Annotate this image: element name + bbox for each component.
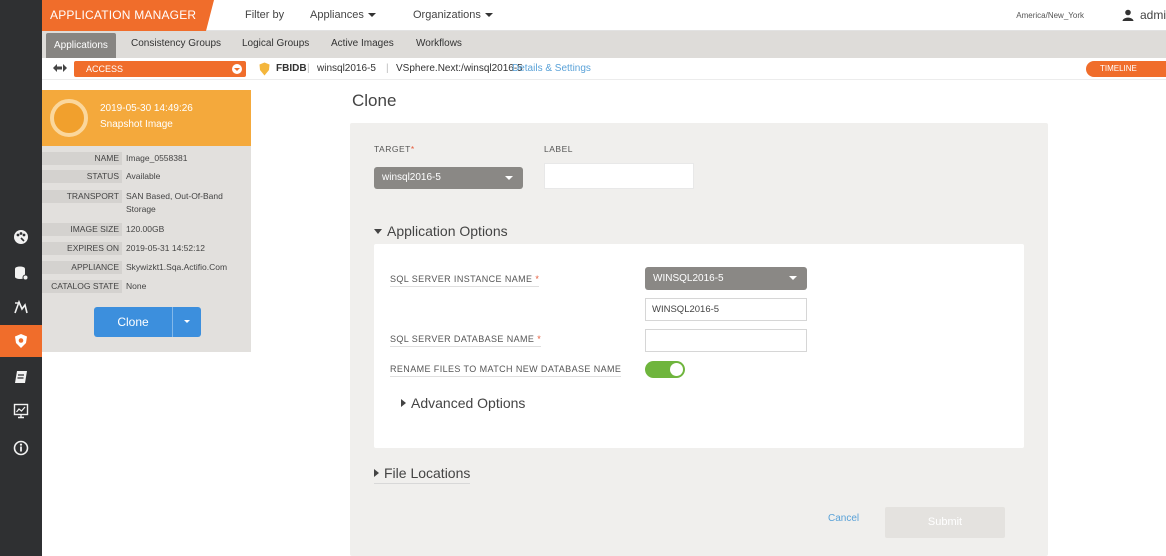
host-name: winsql2016-5 bbox=[317, 63, 376, 74]
appliances-menu[interactable]: Appliances bbox=[310, 9, 376, 21]
caret-right-icon bbox=[401, 399, 406, 408]
info-icon[interactable] bbox=[10, 437, 32, 459]
sql-db-label: SQL SERVER DATABASE NAME * bbox=[390, 334, 542, 347]
application-options-toggle[interactable]: Application Options bbox=[374, 223, 508, 239]
app-name: FBIDB bbox=[276, 63, 307, 74]
field-label-image-size: IMAGE SIZE bbox=[42, 223, 122, 236]
advanced-options-title: Advanced Options bbox=[411, 395, 526, 411]
filter-by-label: Filter by bbox=[245, 9, 285, 21]
workflow-icon[interactable] bbox=[10, 296, 32, 318]
top-bar: APPLICATION MANAGER Filter by Appliances… bbox=[42, 0, 1166, 31]
shield-icon bbox=[259, 62, 270, 76]
user-name: admi bbox=[1139, 8, 1166, 22]
sql-db-label-text: SQL SERVER DATABASE NAME bbox=[390, 334, 535, 344]
field-value-appliance: Skywizkt1.Sqa.Actifio.Com bbox=[126, 262, 228, 272]
target-label: TARGET* bbox=[374, 144, 415, 154]
field-value-transport: SAN Based, Out-Of-Band Storage bbox=[126, 191, 223, 214]
appliances-label: Appliances bbox=[310, 9, 364, 21]
required-mark: * bbox=[537, 334, 542, 344]
sql-instance-label-text: SQL SERVER INSTANCE NAME bbox=[390, 274, 533, 284]
caret-right-icon bbox=[374, 469, 379, 478]
application-options-title: Application Options bbox=[387, 223, 508, 239]
file-locations-title: File Locations bbox=[384, 465, 471, 481]
page-title: Clone bbox=[352, 91, 397, 110]
snapshot-header: 2019-05-30 14:49:26 Snapshot Image bbox=[42, 90, 251, 146]
icon-rail bbox=[0, 0, 42, 556]
data-icon[interactable] bbox=[10, 262, 32, 284]
app-brand[interactable]: APPLICATION MANAGER bbox=[42, 0, 214, 31]
tab-bar: Applications Consistency Groups Logical … bbox=[42, 31, 1166, 58]
dashboard-icon[interactable] bbox=[10, 226, 32, 248]
caret-down-icon bbox=[374, 228, 382, 234]
label-label: LABEL bbox=[544, 144, 573, 154]
timeline-button[interactable]: TIMELINE bbox=[1086, 61, 1166, 77]
rename-files-label: RENAME FILES TO MATCH NEW DATABASE NAME bbox=[390, 364, 622, 377]
file-locations-toggle[interactable]: File Locations bbox=[374, 465, 471, 484]
required-mark: * bbox=[410, 144, 415, 154]
swap-arrows-icon[interactable] bbox=[52, 62, 68, 76]
clone-button[interactable]: Clone bbox=[94, 307, 172, 337]
cancel-button[interactable]: Cancel bbox=[828, 513, 859, 524]
clone-form-panel: TARGET* LABEL winsql2016-5 Application O… bbox=[350, 123, 1048, 556]
separator: | bbox=[386, 63, 389, 74]
field-value-status: Available bbox=[126, 171, 161, 181]
sql-instance-select[interactable]: WINSQL2016-5 bbox=[645, 267, 807, 290]
chevron-down-icon bbox=[232, 64, 242, 74]
tab-applications[interactable]: Applications bbox=[46, 33, 116, 58]
advanced-options-toggle[interactable]: Advanced Options bbox=[401, 395, 525, 411]
monitor-icon[interactable] bbox=[10, 400, 32, 422]
separator: | bbox=[307, 63, 310, 74]
label-input[interactable] bbox=[544, 163, 694, 189]
field-label-status: STATUS bbox=[42, 170, 122, 183]
field-label-transport: TRANSPORT bbox=[42, 190, 122, 203]
sql-instance-label: SQL SERVER INSTANCE NAME * bbox=[390, 274, 540, 287]
chevron-down-icon bbox=[367, 13, 376, 18]
sql-db-input[interactable] bbox=[645, 329, 807, 352]
chevron-down-icon bbox=[789, 276, 797, 280]
field-value-image-size: 120.00GB bbox=[126, 224, 165, 234]
access-mode-select[interactable]: ACCESS bbox=[74, 61, 246, 77]
app-manager-icon[interactable] bbox=[0, 325, 42, 357]
tab-active-images[interactable]: Active Images bbox=[331, 38, 394, 49]
target-label-text: TARGET bbox=[374, 144, 411, 154]
field-label-expires-on: EXPIRES ON bbox=[42, 242, 122, 255]
required-mark: * bbox=[535, 274, 540, 284]
chevron-down-icon bbox=[505, 176, 513, 180]
submit-button[interactable]: Submit bbox=[885, 507, 1005, 538]
app-window: APPLICATION MANAGER Filter by Appliances… bbox=[0, 0, 1166, 556]
field-value-catalog-state: None bbox=[126, 281, 147, 291]
details-settings-link[interactable]: Details & Settings bbox=[512, 63, 591, 74]
context-bar: ACCESS FBIDB | winsql2016-5 | VSphere.Ne… bbox=[42, 58, 1166, 80]
app-path: VSphere.Next:/winsql2016-5 bbox=[396, 63, 523, 74]
timezone-label: America/New_York bbox=[1016, 11, 1084, 20]
application-options-panel: SQL SERVER INSTANCE NAME * WINSQL2016-5 … bbox=[374, 244, 1024, 448]
snapshot-datetime: 2019-05-30 14:49:26 bbox=[100, 103, 193, 114]
field-value-name: Image_0558381 bbox=[126, 153, 188, 163]
tab-consistency-groups[interactable]: Consistency Groups bbox=[131, 38, 221, 49]
user-menu[interactable]: admi bbox=[1122, 8, 1166, 22]
snapshot-ring-icon bbox=[50, 99, 88, 137]
organizations-menu[interactable]: Organizations bbox=[413, 9, 493, 21]
tab-workflows[interactable]: Workflows bbox=[416, 38, 462, 49]
clone-options-dropdown[interactable] bbox=[173, 307, 201, 337]
field-label-name: NAME bbox=[42, 152, 122, 165]
rename-files-toggle[interactable] bbox=[645, 361, 685, 378]
user-icon bbox=[1122, 9, 1134, 21]
organizations-label: Organizations bbox=[413, 9, 481, 21]
target-select[interactable]: winsql2016-5 bbox=[374, 167, 523, 189]
tab-logical-groups[interactable]: Logical Groups bbox=[242, 38, 309, 49]
field-label-appliance: APPLIANCE bbox=[42, 261, 122, 274]
snapshot-type: Snapshot Image bbox=[100, 119, 173, 130]
chevron-down-icon bbox=[484, 13, 493, 18]
sql-instance-select-value: WINSQL2016-5 bbox=[653, 273, 724, 284]
sql-instance-input[interactable]: WINSQL2016-5 bbox=[645, 298, 807, 321]
access-mode-value: ACCESS bbox=[86, 64, 124, 74]
snapshot-card: 2019-05-30 14:49:26 Snapshot Image NAME … bbox=[42, 90, 251, 352]
field-value-expires-on: 2019-05-31 14:52:12 bbox=[126, 243, 205, 253]
field-label-catalog-state: CATALOG STATE bbox=[42, 280, 122, 293]
target-select-value: winsql2016-5 bbox=[382, 172, 441, 183]
report-icon[interactable] bbox=[10, 366, 32, 388]
clone-split-button: Clone bbox=[94, 307, 201, 337]
toggle-knob bbox=[670, 363, 683, 376]
